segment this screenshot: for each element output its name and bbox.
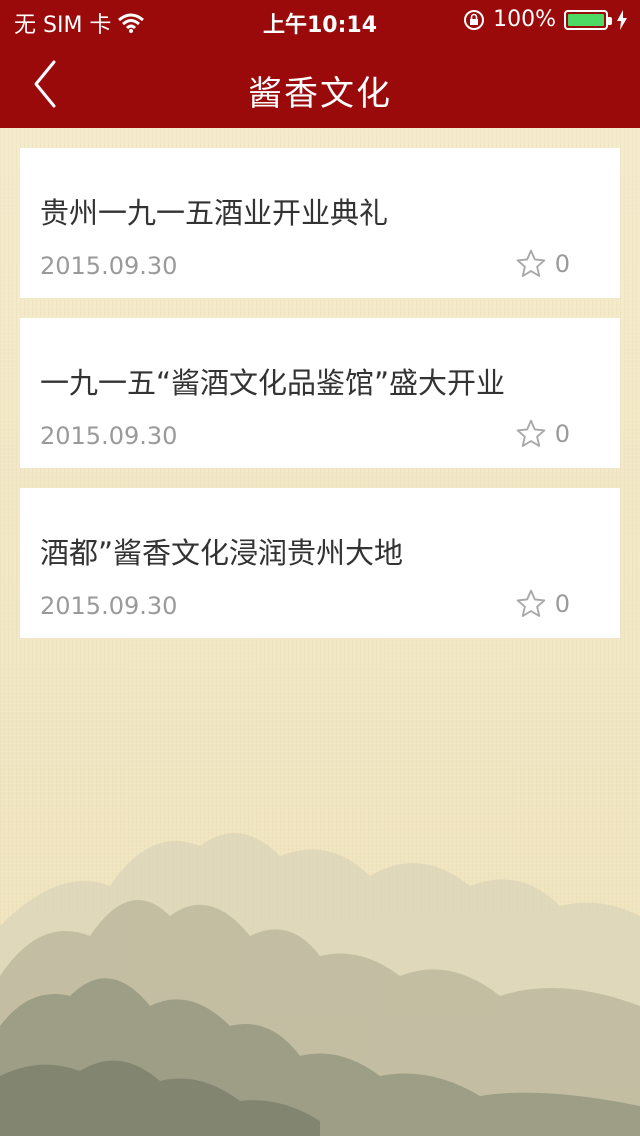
- article-date: 2015.09.30: [40, 252, 178, 280]
- article-card[interactable]: 酒都”酱香文化浸润贵州大地 2015.09.30 0: [20, 488, 620, 638]
- header: 无 SIM 卡 上午10:14 100% 酱香文化: [0, 0, 640, 128]
- article-date: 2015.09.30: [40, 422, 178, 450]
- article-title: 一九一五“酱酒文化品鉴馆”盛大开业: [40, 366, 506, 400]
- article-card[interactable]: 贵州一九一五酒业开业典礼 2015.09.30 0: [20, 148, 620, 298]
- star-icon: [516, 419, 545, 447]
- battery-icon: [564, 9, 612, 30]
- navigation-bar: 酱香文化: [0, 40, 640, 128]
- favorite-count: 0: [554, 250, 570, 278]
- status-bar: 无 SIM 卡 上午10:14 100%: [0, 0, 640, 40]
- article-date: 2015.09.30: [40, 592, 178, 620]
- article-title: 贵州一九一五酒业开业典礼: [40, 196, 389, 230]
- star-icon: [516, 249, 545, 277]
- article-title: 酒都”酱香文化浸润贵州大地: [40, 536, 404, 570]
- star-icon: [516, 589, 545, 617]
- article-card[interactable]: 一九一五“酱酒文化品鉴馆”盛大开业 2015.09.30 0: [20, 318, 620, 468]
- battery-percent: 100%: [493, 7, 556, 32]
- favorite-button[interactable]: 0: [515, 588, 570, 620]
- favorite-count: 0: [554, 590, 570, 618]
- favorite-count: 0: [554, 420, 570, 448]
- charging-icon: [617, 9, 627, 30]
- battery-fill: [568, 13, 604, 26]
- article-list: 贵州一九一五酒业开业典礼 2015.09.30 0 一九一五“酱酒文化品鉴馆”盛…: [20, 148, 620, 658]
- landscape-painting: [0, 833, 640, 1136]
- orientation-lock-icon: [464, 9, 485, 30]
- favorite-button[interactable]: 0: [515, 248, 570, 280]
- favorite-button[interactable]: 0: [515, 418, 570, 450]
- page-title: 酱香文化: [248, 74, 392, 114]
